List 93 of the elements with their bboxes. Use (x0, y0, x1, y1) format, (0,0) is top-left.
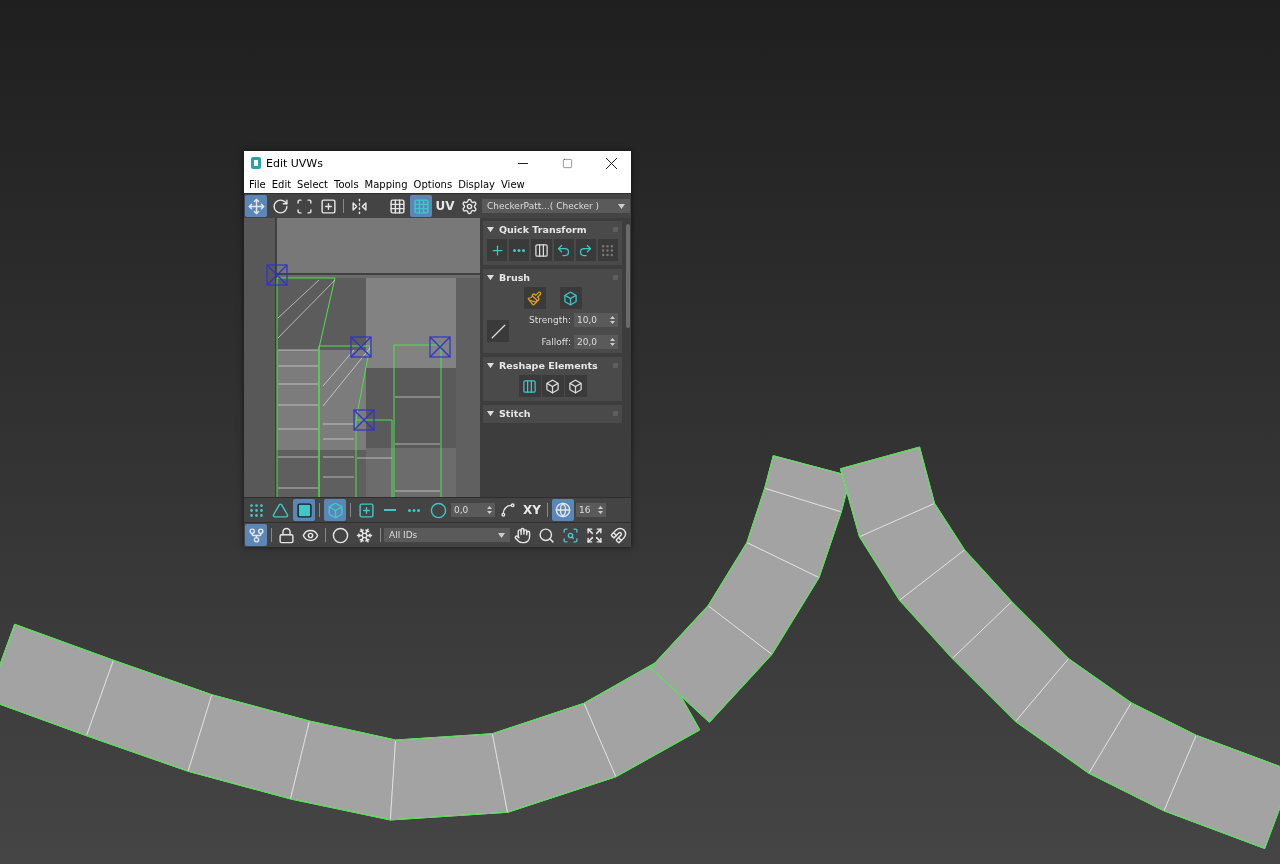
maximize-icon (561, 157, 573, 169)
collapse-arrow-icon[interactable] (487, 274, 494, 281)
lock-icon (277, 526, 295, 544)
cube-icon (326, 501, 344, 519)
hand-icon (514, 526, 532, 544)
menu-item[interactable]: Select (294, 178, 331, 190)
menu-item[interactable]: Options (410, 178, 456, 190)
square-icon (295, 501, 313, 519)
pick-button[interactable] (245, 524, 267, 546)
dots-icon (247, 501, 265, 519)
grid-icon (388, 197, 406, 215)
dropdown-arrow-icon (498, 532, 505, 538)
brush-icon (527, 290, 542, 306)
cube-icon (563, 290, 578, 306)
falloff-curve-button[interactable] (487, 320, 509, 342)
redo-button[interactable] (575, 239, 596, 261)
redo-icon (578, 242, 594, 258)
close-icon (605, 157, 617, 169)
grid-snap-button[interactable] (552, 499, 574, 521)
cube-icon (545, 378, 560, 394)
spacing-button[interactable] (531, 239, 552, 261)
snowflake-icon (356, 526, 374, 544)
number-spinner[interactable]: 20,0 (574, 335, 618, 349)
id-filter-dropdown[interactable]: All IDs (384, 528, 510, 542)
menu-item[interactable]: Display (455, 178, 498, 190)
gear-icon (460, 197, 478, 215)
checker-icon (412, 197, 430, 215)
collapse-arrow-icon[interactable] (487, 362, 494, 369)
line-icon (490, 323, 506, 339)
move-icon (247, 197, 265, 215)
triangle-icon (271, 501, 289, 519)
field-label: Falloff: (541, 337, 571, 347)
rollout-title: Stitch (499, 408, 532, 419)
columns-icon (522, 378, 537, 394)
move-button[interactable] (245, 195, 267, 217)
menu-item[interactable]: Edit (268, 178, 295, 190)
undo-button[interactable] (553, 239, 574, 261)
rollout-title: Reshape Elements (499, 360, 599, 371)
collapse-arrow-icon[interactable] (487, 410, 494, 417)
relax-button[interactable] (541, 375, 564, 397)
dashed-square-icon (295, 197, 313, 215)
axis-button[interactable]: XY (521, 499, 543, 521)
dots-icon (513, 248, 526, 252)
pick-icon (247, 526, 265, 544)
menu-item[interactable]: View (498, 178, 528, 190)
spinner-arrows-icon (610, 338, 615, 346)
square-button[interactable] (293, 499, 315, 521)
menu-item[interactable]: File (246, 178, 269, 190)
field-label: Strength: (529, 315, 571, 325)
checker-button[interactable] (410, 195, 432, 217)
texture-dropdown[interactable]: CheckerPatt...( Checker ) (482, 199, 630, 213)
spinner-arrows-icon (487, 506, 492, 514)
magnet-icon (610, 526, 628, 544)
square-plus-icon (319, 197, 337, 215)
window-title: Edit UVWs (266, 156, 324, 170)
menu-item[interactable]: Tools (330, 178, 362, 190)
columns-icon (533, 242, 549, 258)
soft-selection-spinner[interactable]: 0,0 (451, 503, 495, 517)
grid-spinner[interactable]: 16 (576, 503, 606, 517)
straighten-button[interactable] (518, 375, 541, 397)
rollout-title: Brush (499, 272, 532, 283)
collapse-arrow-icon[interactable] (487, 226, 494, 233)
search-icon (538, 526, 556, 544)
minimize-icon (518, 162, 528, 164)
spinner-arrows-icon (598, 506, 603, 514)
dots-icon (408, 508, 420, 512)
plus-icon (489, 242, 505, 258)
dots-button[interactable] (597, 239, 618, 261)
dash-icon (384, 509, 396, 511)
square-plus-icon (357, 501, 375, 519)
ellipse-icon (332, 526, 350, 544)
brush-button[interactable] (523, 287, 546, 309)
uv-button[interactable]: UV (434, 195, 456, 217)
align-button[interactable] (487, 239, 508, 261)
scrollbar-thumb[interactable] (626, 224, 630, 328)
mirror-icon (350, 197, 368, 215)
dots-icon (600, 242, 616, 258)
cube-icon (568, 378, 583, 394)
cube-brush-button[interactable] (559, 287, 582, 309)
align-button[interactable] (509, 239, 530, 261)
globe-icon (555, 502, 571, 518)
number-spinner[interactable]: 10,0 (574, 313, 618, 327)
dropdown-arrow-icon (618, 203, 625, 209)
rotate-icon (271, 197, 289, 215)
cube-button[interactable] (564, 375, 587, 397)
rollout-title: Quick Transform (499, 224, 588, 235)
undo-icon (556, 242, 572, 258)
spinner-arrows-icon (610, 316, 615, 324)
zoom-extents-icon (586, 526, 604, 544)
zoom-region-icon (562, 526, 580, 544)
app-logo-icon (250, 156, 262, 170)
curve-icon (500, 502, 516, 518)
menu-item[interactable]: Mapping (361, 178, 411, 190)
